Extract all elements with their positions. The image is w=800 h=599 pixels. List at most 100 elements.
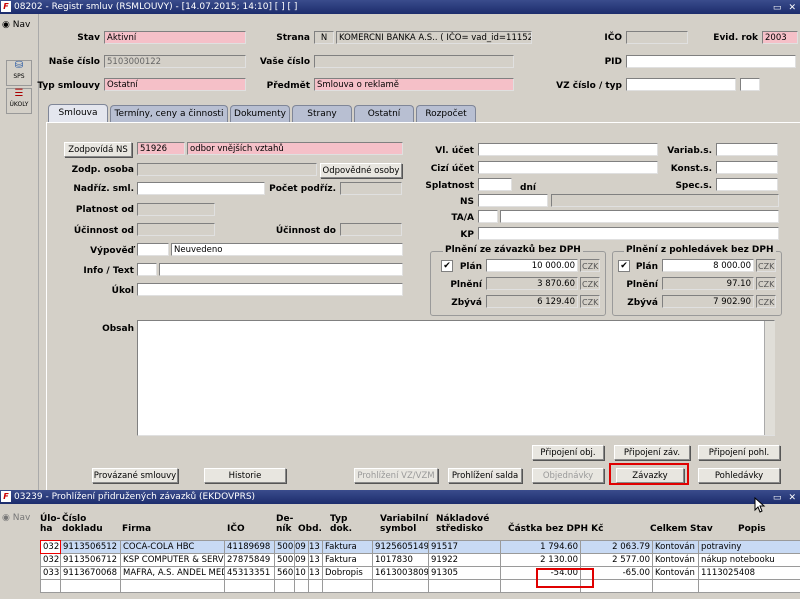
vz-typ-field[interactable] — [740, 78, 760, 91]
sub-nav-radio[interactable]: ◉ Nav — [2, 513, 30, 523]
cell-uloha[interactable]: 032 — [40, 540, 61, 554]
pocet-podriz-field[interactable] — [340, 182, 402, 195]
table-row[interactable]: 032 9113506512 COCA-COLA HBC 41189698 50… — [40, 540, 800, 554]
cell-firma[interactable]: KSP COMPUTER & SERVIS — [120, 553, 225, 567]
cell-ns[interactable]: 91517 — [428, 540, 501, 554]
cell-obd[interactable]: 09 — [294, 553, 309, 567]
info-code-field[interactable] — [137, 263, 157, 276]
cell-castka[interactable]: 2 130.00 — [500, 553, 581, 567]
cell-stav[interactable]: Kontován — [652, 540, 699, 554]
nase-cislo-field[interactable]: 5103000122 — [104, 55, 246, 68]
main-window-titlebar[interactable]: F 08202 - Registr smluv (RSMLOUVY) - [14… — [0, 0, 800, 14]
cell-popis[interactable]: nákup notebooku — [698, 553, 800, 567]
vypoved-field[interactable]: Neuvedeno — [171, 243, 403, 256]
tab-dokumenty[interactable]: Dokumenty — [230, 105, 290, 122]
pripojeni-obj-button[interactable]: Připojení obj. — [532, 445, 604, 460]
cell-typ[interactable]: Faktura — [322, 540, 373, 554]
ns-name-field[interactable] — [551, 194, 779, 207]
table-row-empty[interactable] — [40, 579, 800, 593]
platnost-field[interactable] — [137, 203, 215, 216]
cell-ico[interactable]: 27875849 — [224, 553, 275, 567]
historie-button[interactable]: Historie — [204, 468, 286, 483]
objednavky-button[interactable]: Objednávky — [532, 468, 604, 483]
nadriz-field[interactable] — [137, 182, 265, 195]
taa-field[interactable] — [500, 210, 779, 223]
splatnost-field[interactable] — [478, 178, 512, 191]
tab-ostatni[interactable]: Ostatní — [354, 105, 414, 122]
cell-vs[interactable]: 1613003809 — [372, 566, 429, 580]
plan-poh-checkbox[interactable]: ✔ — [618, 260, 630, 272]
vz-cislo-field[interactable] — [626, 78, 736, 91]
cell-uloha[interactable]: 033 — [40, 566, 61, 580]
plan-zav-field[interactable]: 10 000.00 — [486, 259, 578, 272]
strana-field[interactable]: KOMERCNI BANKA A.S.. ( IČO= vad_id=11152… — [336, 31, 532, 44]
table-row[interactable]: 033 9113670068 MAFRA, A.S. ANDEL MEDIA 4… — [40, 566, 800, 580]
cell-rok[interactable]: 13 — [308, 540, 323, 554]
cell-stav[interactable]: Kontován — [652, 566, 699, 580]
prohlizeni-vz-button[interactable]: Prohlížení VZ/VZM — [354, 468, 438, 483]
kp-field[interactable] — [478, 227, 779, 240]
nav-radio[interactable]: ◉ Nav — [2, 20, 30, 30]
cell-obd[interactable]: 09 — [294, 540, 309, 554]
sub-window-titlebar[interactable]: F 03239 - Prohlížení přidružených závazk… — [0, 490, 800, 504]
evid-rok-field[interactable]: 2003 — [762, 31, 798, 44]
plan-poh-field[interactable]: 8 000.00 — [662, 259, 754, 272]
window-controls[interactable]: ▭ ✕ — [773, 1, 798, 15]
vase-cislo-field[interactable] — [314, 55, 514, 68]
provazane-smlouvy-button[interactable]: Provázané smlouvy — [92, 468, 178, 483]
tab-smlouva[interactable]: Smlouva — [48, 104, 108, 123]
spec-field[interactable] — [716, 178, 778, 191]
cell-ns[interactable]: 91305 — [428, 566, 501, 580]
konst-field[interactable] — [716, 161, 778, 174]
stav-field[interactable]: Aktivní — [104, 31, 246, 44]
cell-obd[interactable]: 10 — [294, 566, 309, 580]
cell-cislo[interactable]: 9113670068 — [60, 566, 121, 580]
tab-strany[interactable]: Strany — [292, 105, 352, 122]
vl-ucet-field[interactable] — [478, 143, 658, 156]
cell-rok[interactable]: 13 — [308, 553, 323, 567]
variab-field[interactable] — [716, 143, 778, 156]
taa-code-field[interactable] — [478, 210, 498, 223]
pohledavky-button[interactable]: Pohledávky — [698, 468, 780, 483]
cell-ns[interactable]: 91922 — [428, 553, 501, 567]
vypoved-code-field[interactable] — [137, 243, 169, 256]
zodpovida-field[interactable]: odbor vnějších vztahů — [187, 142, 403, 155]
prohlizeni-salda-button[interactable]: Prohlížení salda — [448, 468, 522, 483]
cell-cislo[interactable]: 9113506712 — [60, 553, 121, 567]
cell-rok[interactable]: 13 — [308, 566, 323, 580]
tab-terminy[interactable]: Termíny, ceny a činnosti — [110, 105, 228, 122]
cell-vs[interactable]: 1017830 — [372, 553, 429, 567]
zodpovida-ns-button[interactable]: Zodpovídá NS — [64, 142, 132, 157]
ukoly-button[interactable]: ☰ ÚKOLY — [6, 88, 32, 114]
cell-typ[interactable]: Dobropis — [322, 566, 373, 580]
cell-ico[interactable]: 45313351 — [224, 566, 275, 580]
predmet-field[interactable]: Smlouva o reklamě — [314, 78, 514, 91]
ukol-field[interactable] — [137, 283, 403, 296]
strana-code-field[interactable]: N — [314, 31, 334, 44]
cell-celkem[interactable]: 2 063.79 — [580, 540, 653, 554]
cell-popis[interactable]: 1113025408 — [698, 566, 800, 580]
zodp-osoba-field[interactable] — [137, 163, 317, 176]
cizi-ucet-field[interactable] — [478, 161, 658, 174]
table-row[interactable]: 032 9113506712 KSP COMPUTER & SERVIS 278… — [40, 553, 800, 567]
cell-firma[interactable]: COCA-COLA HBC — [120, 540, 225, 554]
obsah-scrollbar[interactable] — [764, 321, 775, 435]
info-text-field[interactable] — [159, 263, 403, 276]
cell-typ[interactable]: Faktura — [322, 553, 373, 567]
obsah-textarea[interactable] — [137, 320, 775, 436]
ns-field[interactable] — [478, 194, 548, 207]
sps-button[interactable]: ⛁ SPS — [6, 60, 32, 86]
odpovedne-osoby-button[interactable]: Odpovědné osoby — [320, 163, 402, 178]
cell-firma[interactable]: MAFRA, A.S. ANDEL MEDIA — [120, 566, 225, 580]
ucinnost-od-field[interactable] — [137, 223, 215, 236]
zodpovida-code-field[interactable]: 51926 — [137, 142, 185, 155]
pripojeni-pohl-button[interactable]: Připojení pohl. — [698, 445, 780, 460]
cell-popis[interactable]: potraviny — [698, 540, 800, 554]
cell-castka[interactable]: 1 794.60 — [500, 540, 581, 554]
cell-denik[interactable]: 500 — [274, 553, 295, 567]
pid-field[interactable] — [626, 55, 796, 68]
cell-denik[interactable]: 560 — [274, 566, 295, 580]
pripojeni-zav-button[interactable]: Připojení záv. — [614, 445, 690, 460]
cell-vs[interactable]: 9125605149 — [372, 540, 429, 554]
ico-field[interactable] — [626, 31, 688, 44]
